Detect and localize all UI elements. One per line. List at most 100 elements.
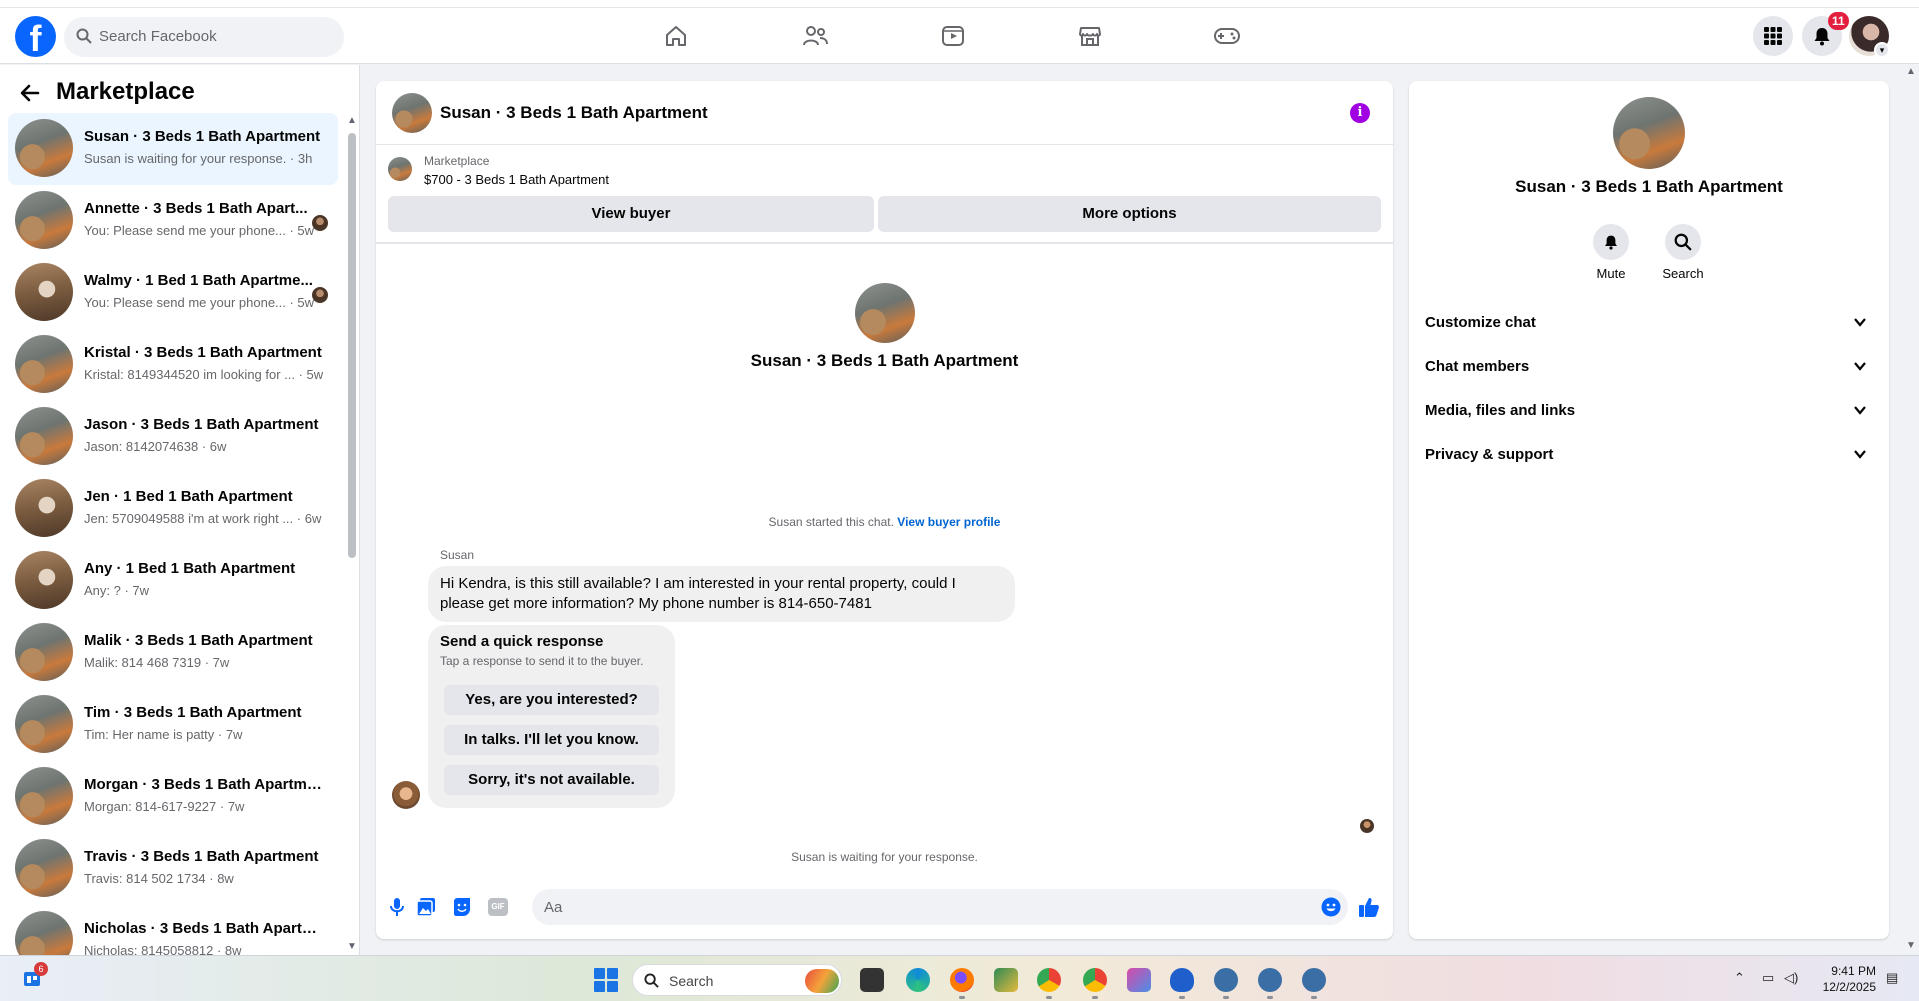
conversation-preview: Any: ? · 7w <box>84 583 150 598</box>
home-icon[interactable] <box>660 20 692 52</box>
widgets-badge: 6 <box>34 962 48 976</box>
conversation-preview: Kristal: 8149344520 im looking for ... ·… <box>84 367 324 382</box>
windows-start-icon[interactable] <box>594 968 618 992</box>
conversation-avatar <box>15 407 73 465</box>
conversation-preview: Tim: Her name is patty · 7w <box>84 727 243 742</box>
conversation-preview: Jason: 8142074638 · 6w <box>84 439 227 454</box>
view-buyer-profile-link[interactable]: View buyer profile <box>897 515 1000 529</box>
media-files-links-row[interactable]: Media, files and links <box>1425 393 1873 429</box>
photo-icon[interactable] <box>415 896 437 918</box>
chrome-profile-icon[interactable] <box>1037 968 1061 992</box>
menu-grid-icon[interactable] <box>1753 16 1793 56</box>
more-options-button[interactable]: More options <box>878 196 1381 232</box>
conversation-item[interactable]: Susan · 3 Beds 1 Bath Apartment Susan is … <box>8 113 338 185</box>
conversation-preview: Malik: 814 468 7319 · 7w <box>84 655 230 670</box>
conversation-name: Jen · 1 Bed 1 Bath Apartment <box>84 488 293 505</box>
gaming-icon[interactable] <box>1211 20 1243 52</box>
quick-reply-unavailable-button[interactable]: Sorry, it's not available. <box>444 765 659 795</box>
marketplace-icon[interactable] <box>1074 20 1106 52</box>
finance-app-icon[interactable] <box>994 968 1018 992</box>
chevron-down-icon <box>1854 406 1866 415</box>
friends-icon[interactable] <box>799 20 831 52</box>
page-scroll-down-icon[interactable]: ▼ <box>1906 940 1916 951</box>
quick-reply-talks-button[interactable]: In talks. I'll let you know. <box>444 725 659 755</box>
sidebar-header: Marketplace <box>0 65 340 117</box>
quick-response-title: Send a quick response <box>440 633 604 650</box>
chrome-icon[interactable] <box>1083 968 1107 992</box>
conversation-item[interactable]: Annette · 3 Beds 1 Bath Apart... You: Ple… <box>8 185 338 257</box>
remote-app-icon[interactable] <box>1214 968 1238 992</box>
scroll-up-arrow-icon[interactable]: ▲ <box>347 115 357 126</box>
conversation-item[interactable]: Kristal · 3 Beds 1 Bath Apartment Kristal… <box>8 329 338 401</box>
microphone-icon[interactable] <box>386 896 408 918</box>
app-running-indicator <box>1267 996 1273 999</box>
chevron-up-icon[interactable]: ⌃ <box>1734 970 1745 986</box>
thumbs-up-icon[interactable] <box>1358 896 1380 918</box>
chat-panel: Susan · 3 Beds 1 Bath Apartment i Market… <box>376 81 1393 939</box>
details-avatar[interactable] <box>1613 97 1685 169</box>
message-input[interactable] <box>532 889 1348 925</box>
emoji-icon[interactable] <box>1320 896 1342 918</box>
video-icon[interactable] <box>937 20 969 52</box>
conversation-avatar <box>15 335 73 393</box>
privacy-support-row[interactable]: Privacy & support <box>1425 437 1873 473</box>
scroll-down-arrow-icon[interactable]: ▼ <box>347 941 357 952</box>
gif-icon[interactable]: GIF <box>487 896 509 918</box>
back-arrow-icon[interactable] <box>20 79 40 110</box>
page-scrollbar[interactable] <box>1903 65 1919 955</box>
info-icon[interactable]: i <box>1350 103 1370 123</box>
snipping-tool-icon[interactable] <box>1127 968 1151 992</box>
chat-members-row[interactable]: Chat members <box>1425 349 1873 385</box>
security-shield-icon[interactable] <box>1170 968 1194 992</box>
notification-center-icon[interactable]: ▤ <box>1886 970 1898 986</box>
volume-icon[interactable]: ◁) <box>1784 970 1798 986</box>
sidebar-scrollbar[interactable] <box>348 133 356 558</box>
conversation-name: Malik · 3 Beds 1 Bath Apartment <box>84 632 313 649</box>
system-clock[interactable]: 9:41 PM 12/2/2025 <box>1820 963 1876 995</box>
firefox-icon[interactable] <box>950 968 974 992</box>
conversation-item[interactable]: Nicholas · 3 Beds 1 Bath Apartm... Nichol… <box>8 905 338 955</box>
chat-started-notice: Susan started this chat. View buyer prof… <box>376 515 1393 529</box>
chevron-down-icon[interactable]: ▾ <box>1874 42 1890 58</box>
conversation-preview: Susan is waiting for your response. · 3h <box>84 151 313 166</box>
task-view-icon[interactable] <box>860 968 884 992</box>
facebook-logo-icon[interactable]: f <box>15 16 56 57</box>
conversation-name: Tim · 3 Beds 1 Bath Apartment <box>84 704 302 721</box>
page-scroll-up-icon[interactable]: ▲ <box>1906 66 1916 77</box>
chat-avatar[interactable] <box>392 93 432 133</box>
chat-title[interactable]: Susan · 3 Beds 1 Bath Apartment <box>440 103 708 123</box>
facebook-search[interactable]: Search Facebook <box>64 17 344 57</box>
listing-price[interactable]: $700 - 3 Beds 1 Bath Apartment <box>424 172 609 187</box>
chat-header: Susan · 3 Beds 1 Bath Apartment i <box>376 81 1393 145</box>
view-buyer-button[interactable]: View buyer <box>388 196 874 232</box>
search-conversation-icon[interactable] <box>1665 224 1701 260</box>
conversation-name: Walmy · 1 Bed 1 Bath Apartme... <box>84 272 313 289</box>
quick-reply-yes-button[interactable]: Yes, are you interested? <box>444 685 659 715</box>
conversation-avatar <box>15 191 73 249</box>
privacy-support-label: Privacy & support <box>1425 446 1554 463</box>
app-running-indicator <box>1311 996 1317 999</box>
conversation-item[interactable]: Jason · 3 Beds 1 Bath Apartment Jason: 81… <box>8 401 338 473</box>
notification-badge: 11 <box>1828 12 1849 30</box>
app-running-indicator <box>1223 996 1229 999</box>
conversation-item[interactable]: Any · 1 Bed 1 Bath Apartment Any: ? · 7w <box>8 545 338 617</box>
conversation-item[interactable]: Morgan · 3 Beds 1 Bath Apartme... Morgan:… <box>8 761 338 833</box>
search-highlight-icon <box>805 969 839 993</box>
conversation-name: Any · 1 Bed 1 Bath Apartment <box>84 560 296 577</box>
mute-bell-icon[interactable] <box>1593 224 1629 260</box>
remote-app-icon[interactable] <box>1302 968 1326 992</box>
edge-browser-icon[interactable] <box>906 968 930 992</box>
network-icon[interactable]: ▭ <box>1762 970 1774 986</box>
sticker-icon[interactable] <box>451 896 473 918</box>
chat-members-label: Chat members <box>1425 358 1530 375</box>
conversation-name: Jason · 3 Beds 1 Bath Apartment <box>84 416 319 433</box>
conversation-item[interactable]: Malik · 3 Beds 1 Bath Apartment Malik: 81… <box>8 617 338 689</box>
remote-app-icon[interactable] <box>1258 968 1282 992</box>
conversation-item[interactable]: Tim · 3 Beds 1 Bath Apartment Tim: Her na… <box>8 689 338 761</box>
conversation-item[interactable]: Jen · 1 Bed 1 Bath Apartment Jen: 5709049… <box>8 473 338 545</box>
customize-chat-row[interactable]: Customize chat <box>1425 305 1873 341</box>
conversation-item[interactable]: Walmy · 1 Bed 1 Bath Apartme... You: Plea… <box>8 257 338 329</box>
taskbar-search[interactable]: Search <box>632 964 842 996</box>
mute-label: Mute <box>1596 266 1626 281</box>
conversation-item[interactable]: Travis · 3 Beds 1 Bath Apartment Travis: … <box>8 833 338 905</box>
